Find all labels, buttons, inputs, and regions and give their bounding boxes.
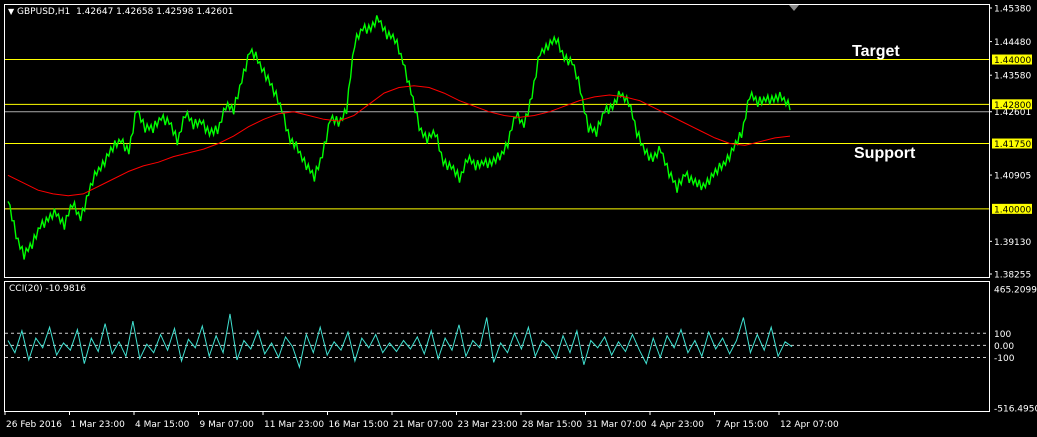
x-tick-label: 1 Mar 23:00 xyxy=(71,420,126,430)
x-tick-label: 23 Mar 23:00 xyxy=(458,420,518,430)
level-tag-label: 1.40000 xyxy=(994,205,1031,215)
cci-tick-label: -100 xyxy=(994,354,1015,364)
price-pane-frame xyxy=(4,4,990,278)
cci-tick-label: 465.2099 xyxy=(994,286,1037,296)
cci-tick-label: -516.4950 xyxy=(994,405,1037,415)
price-tick-label: 1.45380 xyxy=(994,5,1031,15)
x-tick-label: 31 Mar 07:00 xyxy=(587,420,647,430)
chart-header: ▼ GBPUSD,H1 1.42647 1.42658 1.42598 1.42… xyxy=(8,7,234,17)
chart-canvas: 1.453801.444801.435801.426011.409051.391… xyxy=(4,4,1037,430)
x-tick-label: 11 Mar 23:00 xyxy=(264,420,324,430)
price-tick-label: 1.38255 xyxy=(994,271,1031,281)
target-annotation: Target xyxy=(852,43,900,60)
x-tick-label: 28 Mar 15:00 xyxy=(522,420,582,430)
cci-tick-label: 0.00 xyxy=(994,342,1014,352)
x-tick-label: 7 Apr 15:00 xyxy=(716,420,769,430)
cci-tick-label: 100 xyxy=(994,330,1011,340)
level-tag-label: 1.42800 xyxy=(994,101,1031,111)
cci-series-line xyxy=(7,313,793,370)
cci-pane-frame xyxy=(4,281,990,412)
price-tick-label: 1.43580 xyxy=(994,72,1031,82)
symbol-label: GBPUSD,H1 xyxy=(17,7,71,17)
x-tick-label: 26 Feb 2016 xyxy=(6,420,62,430)
price-tick-label: 1.39130 xyxy=(994,238,1031,248)
level-tag-label: 1.44000 xyxy=(994,56,1031,66)
x-tick-label: 4 Apr 23:00 xyxy=(651,420,704,430)
support-annotation: Support xyxy=(854,145,916,162)
level-tag-label: 1.41750 xyxy=(994,140,1031,150)
indicator-label: CCI(20) -10.9816 xyxy=(9,284,87,294)
x-tick-label: 16 Mar 15:00 xyxy=(329,420,389,430)
price-tick-label: 1.40905 xyxy=(994,172,1031,182)
ohlc-quotes: 1.42647 1.42658 1.42598 1.42601 xyxy=(76,7,234,17)
chart-menu-icon[interactable]: ▼ xyxy=(8,7,14,16)
price-tick-label: 1.44480 xyxy=(994,38,1031,48)
scroll-marker-icon[interactable] xyxy=(789,5,799,11)
x-tick-label: 4 Mar 15:00 xyxy=(135,420,190,430)
price-series-line xyxy=(7,15,791,260)
x-tick-label: 9 Mar 07:00 xyxy=(200,420,255,430)
x-tick-label: 12 Apr 07:00 xyxy=(780,420,839,430)
x-tick-label: 21 Mar 07:00 xyxy=(393,420,453,430)
